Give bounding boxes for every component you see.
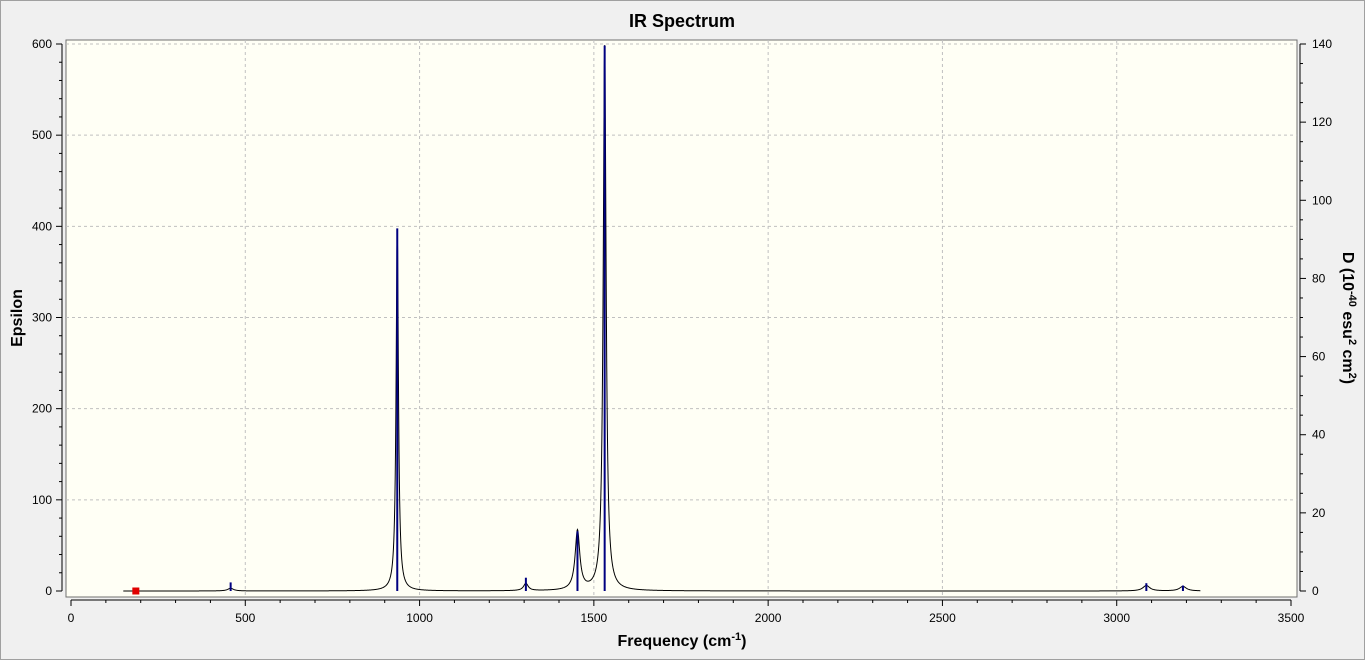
- x-tick-label: 2000: [755, 611, 782, 625]
- x-tick-label: 1500: [581, 611, 608, 625]
- y2-tick-label: 140: [1312, 37, 1332, 51]
- y-tick-label: 600: [32, 37, 52, 51]
- ir-spectrum-chart: IR Spectrum 0 500 1000 1500 2000 2500 3000 3500…: [9, 11, 1358, 650]
- y-tick-label: 400: [32, 219, 52, 233]
- y2-axis-label: D (10-40 esu2 cm2): [1339, 252, 1358, 384]
- y2-tick-label: 40: [1312, 428, 1326, 442]
- y-tick-label: 200: [32, 402, 52, 416]
- x-tick-label: 500: [235, 611, 255, 625]
- chart-title: IR Spectrum: [629, 11, 735, 31]
- y-tick-label: 0: [45, 584, 52, 598]
- y-axis-label: Epsilon: [9, 289, 26, 347]
- y2-tick-label: 60: [1312, 350, 1326, 364]
- x-axis-label: Frequency (cm-1): [618, 631, 747, 650]
- x-tick-label: 3500: [1278, 611, 1305, 625]
- y2-tick-label: 0: [1312, 584, 1319, 598]
- y2-tick-label: 120: [1312, 115, 1332, 129]
- x-tick-label: 1000: [406, 611, 433, 625]
- y2-tick-label: 20: [1312, 506, 1326, 520]
- x-tick-label: 0: [68, 611, 75, 625]
- y-tick-label: 100: [32, 493, 52, 507]
- selection-marker: [132, 587, 140, 595]
- x-tick-label: 2500: [929, 611, 956, 625]
- y2-tick-label: 80: [1312, 271, 1326, 285]
- y-tick-label: 300: [32, 311, 52, 325]
- x-tick-label: 3000: [1103, 611, 1130, 625]
- y-tick-label: 500: [32, 128, 52, 142]
- plot-area: [65, 39, 1298, 598]
- y2-tick-label: 100: [1312, 193, 1332, 207]
